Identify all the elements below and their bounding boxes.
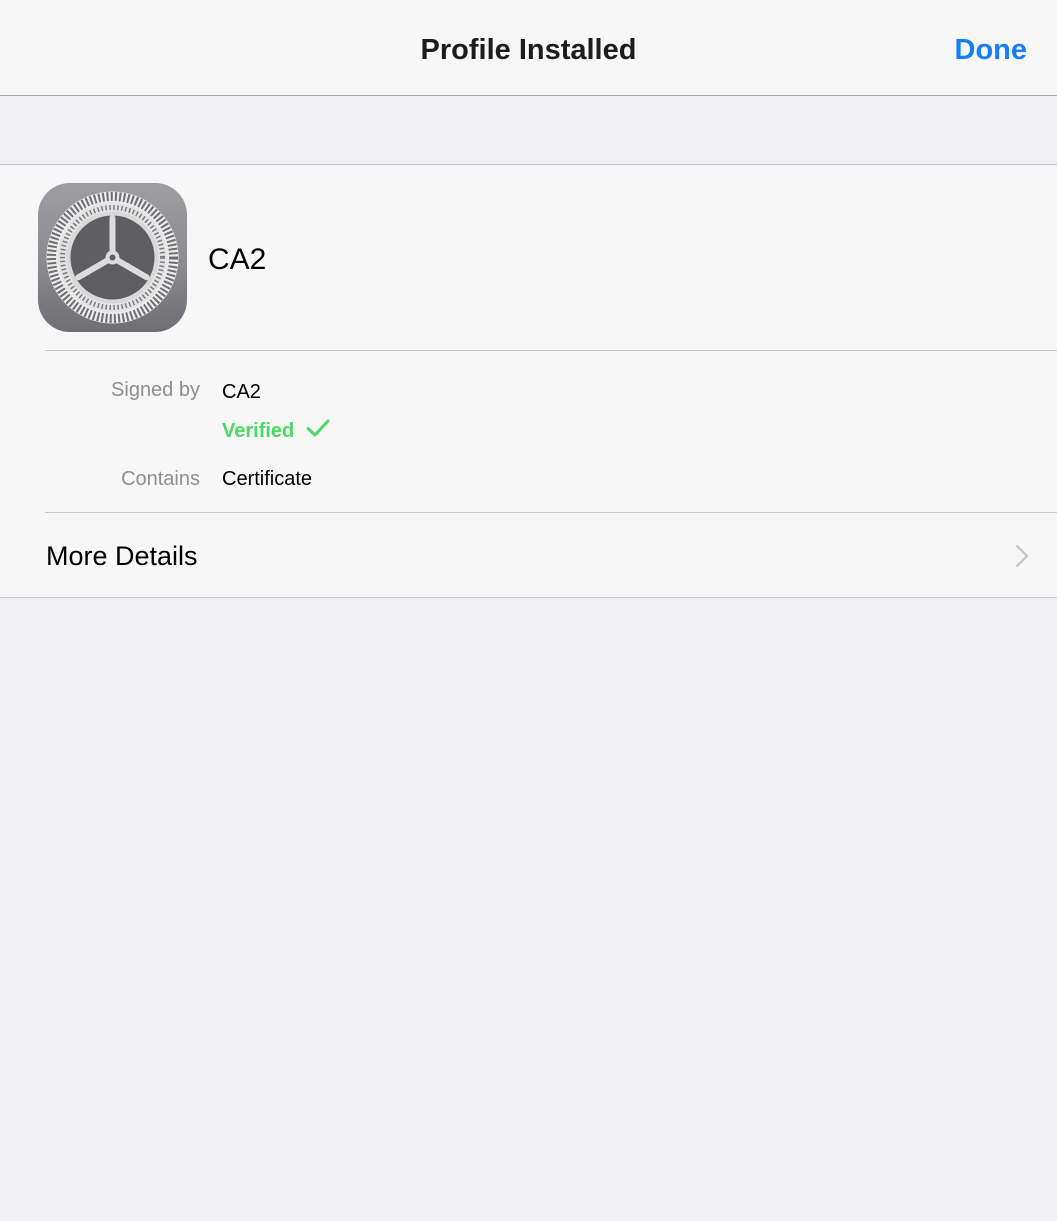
separator [45,350,1057,351]
profile-card: CA2 Signed by CA2 Verified Contains Cert… [0,164,1057,598]
more-details-label: More Details [46,541,198,571]
contains-label: Contains [121,468,200,490]
chevron-right-icon [1015,544,1029,573]
checkmark-icon [306,418,330,444]
navigation-bar: Profile Installed Done [0,0,1057,96]
verified-label: Verified [222,419,295,442]
profile-name: CA2 [208,243,267,276]
more-details-row[interactable]: More Details [0,513,1057,598]
page-title: Profile Installed [420,34,637,66]
verified-status: Verified [222,418,330,444]
settings-gear-icon [38,183,187,332]
contains-value: Certificate [222,468,313,490]
done-button[interactable]: Done [955,34,1028,67]
signed-by-label: Signed by [111,379,200,401]
signed-by-value: CA2 [222,381,261,403]
